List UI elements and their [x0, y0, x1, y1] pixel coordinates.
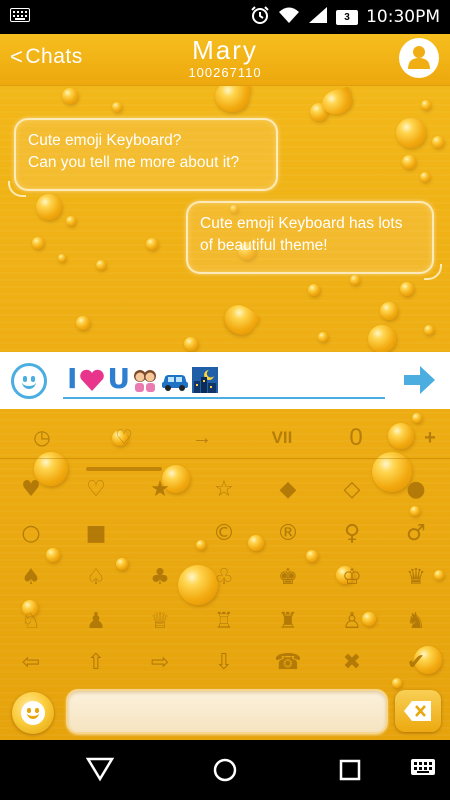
symbol-key[interactable]: ⇨: [146, 649, 174, 677]
message-input[interactable]: [66, 689, 388, 734]
send-button[interactable]: [402, 364, 436, 396]
emoji-keyboard-toggle[interactable]: [12, 692, 54, 734]
symbol-key[interactable]: ♥: [17, 476, 45, 504]
couple-emoji: [132, 367, 158, 393]
message-text-line: of beautiful theme!: [200, 237, 328, 254]
emoji-preview-bar: I U: [0, 352, 450, 409]
status-bar: 3 10:30PM: [0, 0, 450, 34]
tab-numerals[interactable]: VII: [262, 423, 302, 453]
keyboard-icon: [10, 7, 30, 27]
symbol-key[interactable]: ♡: [82, 476, 110, 504]
symbol-key[interactable]: ©: [210, 520, 238, 548]
symbol-key[interactable]: ♕: [146, 608, 174, 636]
circle-home-icon: [211, 758, 239, 788]
tab-arrows[interactable]: →: [182, 423, 222, 453]
keyboard-icon: [410, 759, 436, 782]
message-text-line: Cute emoji Keyboard has lots: [200, 215, 403, 232]
symbol-key[interactable]: ○: [17, 520, 45, 548]
tab-recent[interactable]: ◷: [22, 423, 62, 453]
preview-letter: U: [107, 362, 131, 395]
symbol-key[interactable]: ✔: [402, 649, 430, 677]
symbol-key[interactable]: ☎: [274, 649, 302, 677]
tab-math[interactable]: 0: [336, 423, 376, 453]
preview-letter: I: [67, 362, 78, 395]
square-recents-icon: [336, 759, 364, 788]
wifi-icon: [278, 6, 300, 29]
message-text-line: Cute emoji Keyboard?: [28, 132, 182, 149]
outgoing-message-bubble[interactable]: Cute emoji Keyboard has lots of beautifu…: [186, 201, 434, 274]
symbol-key[interactable]: ☆: [210, 476, 238, 504]
keyboard-category-tabs: ◷ ♡ → VII 0 +: [0, 423, 450, 471]
contact-avatar[interactable]: [399, 38, 439, 78]
symbol-key[interactable]: ♙: [338, 608, 366, 636]
nav-keyboard-button[interactable]: [410, 756, 440, 784]
car-emoji: [160, 367, 190, 393]
symbol-key[interactable]: ⇩: [210, 649, 238, 677]
symbol-key[interactable]: ♜: [274, 608, 302, 636]
symbol-key[interactable]: ®: [274, 520, 302, 548]
battery-icon: 3: [336, 9, 359, 25]
message-text-line: Can you tell me more about it?: [28, 154, 240, 171]
chat-header: < Chats Mary 100267110: [0, 34, 450, 86]
symbol-key[interactable]: ♔: [338, 564, 366, 592]
active-tab-indicator: [86, 467, 162, 471]
symbol-key[interactable]: ◆: [274, 476, 302, 504]
incoming-message-bubble[interactable]: Cute emoji Keyboard? Can you tell me mor…: [14, 118, 278, 191]
signal-icon: [308, 6, 328, 29]
night-city-emoji: [192, 367, 219, 393]
tab-hearts[interactable]: ♡: [104, 423, 144, 453]
smiley-button[interactable]: [11, 363, 47, 399]
symbol-key[interactable]: ♀: [338, 520, 366, 548]
symbol-key[interactable]: ◇: [338, 476, 366, 504]
nav-back-button[interactable]: [85, 756, 116, 786]
backspace-icon: [403, 699, 433, 728]
nav-recents-button[interactable]: [336, 756, 366, 784]
symbol-key[interactable]: ♂: [402, 520, 430, 548]
symbol-key[interactable]: ♘: [17, 608, 45, 636]
symbol-key[interactable]: ✖: [338, 649, 366, 677]
symbol-key[interactable]: ♛: [402, 564, 430, 592]
nav-home-button[interactable]: [211, 756, 241, 784]
arrow-right-icon: [402, 366, 436, 400]
symbol-key[interactable]: ♤: [82, 564, 110, 592]
preview-text-field[interactable]: I U: [63, 359, 385, 399]
heart-emoji: [79, 367, 105, 393]
delete-button[interactable]: [395, 690, 441, 732]
symbol-key[interactable]: ♚: [274, 564, 302, 592]
symbol-key[interactable]: ♣: [146, 564, 174, 592]
symbol-key[interactable]: ⇧: [82, 649, 110, 677]
symbol-key[interactable]: ♠: [17, 564, 45, 592]
alarm-icon: [250, 5, 270, 30]
status-time: 10:30PM: [366, 7, 440, 27]
symbol-key[interactable]: ■: [82, 520, 110, 548]
symbol-key[interactable]: ♟: [82, 608, 110, 636]
person-icon: [406, 43, 432, 74]
symbol-key[interactable]: ♖: [210, 608, 238, 636]
triangle-back-icon: [85, 757, 115, 786]
contact-id: 100267110: [188, 65, 262, 80]
symbol-key[interactable]: ⇦: [17, 649, 45, 677]
system-navigation-bar: [0, 740, 450, 800]
contact-name: Mary: [192, 35, 258, 65]
symbol-key[interactable]: ★: [146, 476, 174, 504]
symbol-key[interactable]: ●: [402, 476, 430, 504]
smiley-icon: [21, 701, 45, 725]
symbol-key[interactable]: ♞: [402, 608, 430, 636]
symbol-key[interactable]: ♧: [210, 564, 238, 592]
tab-plus[interactable]: +: [410, 423, 450, 453]
